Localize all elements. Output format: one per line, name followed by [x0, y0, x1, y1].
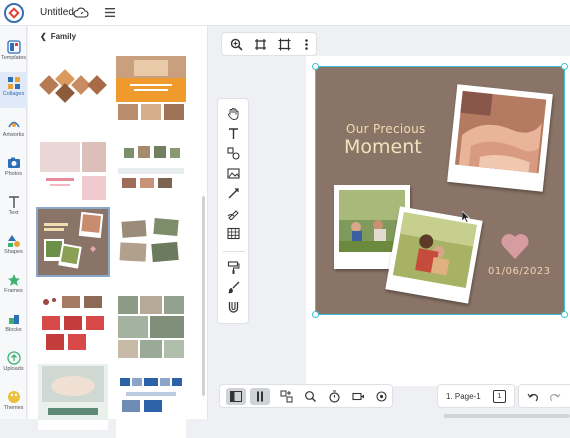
- back-arrow-icon[interactable]: ❮: [40, 32, 47, 41]
- rail-label: Blocks: [5, 327, 22, 333]
- rail-label: Text: [8, 210, 19, 216]
- rail-label: Uploads: [3, 366, 24, 372]
- more-vertical-icon[interactable]: [300, 38, 313, 51]
- layout-icon[interactable]: [280, 390, 293, 403]
- hand-icon[interactable]: [227, 107, 240, 120]
- photo-hands[interactable]: [447, 84, 553, 192]
- photos-icon: [7, 157, 20, 168]
- rail-item-frames[interactable]: Frames: [0, 269, 27, 305]
- side-toolbar: [217, 98, 249, 324]
- draw-tool-icon[interactable]: [227, 207, 240, 220]
- paint-roller-icon[interactable]: [227, 261, 240, 274]
- crop-icon[interactable]: [254, 38, 267, 51]
- rail-item-shapes[interactable]: Shapes: [0, 230, 27, 266]
- resize-handle-bottom-right[interactable]: [561, 311, 568, 318]
- file-name[interactable]: Untitled: [40, 7, 74, 18]
- thumbnail-collage-baby-pink[interactable]: [38, 138, 108, 204]
- thumbnail-collage-family-diamonds[interactable]: [38, 56, 108, 122]
- thumbnail-collage-family-red-frames[interactable]: [38, 294, 108, 360]
- rail-item-uploads[interactable]: Uploads: [0, 347, 27, 383]
- table-tool-icon[interactable]: [227, 227, 240, 240]
- rail-label: Artworks: [2, 132, 25, 138]
- panel-header[interactable]: ❮ Family: [40, 32, 76, 41]
- themes-icon: [7, 391, 20, 403]
- canvas-area: Our Precious Moment 01/06/2023 1. Page-1…: [209, 26, 570, 419]
- panel-toggle-icon: [230, 391, 242, 402]
- rail-label: Themes: [3, 405, 24, 411]
- design-title-line2[interactable]: Moment: [344, 136, 422, 158]
- zoom-in-icon[interactable]: [230, 38, 243, 51]
- thumbnail-collage-family-grid[interactable]: [116, 294, 186, 360]
- undo-icon[interactable]: [527, 391, 539, 403]
- rail-item-templates[interactable]: Templates: [0, 36, 27, 72]
- horizontal-scrollbar[interactable]: [444, 414, 570, 418]
- rail-item-collages[interactable]: Collages: [0, 72, 27, 108]
- text-icon: [8, 196, 19, 208]
- heart-icon[interactable]: [499, 231, 531, 261]
- line-tool-icon[interactable]: [227, 187, 240, 200]
- left-rail: Templates Collages Artworks Photos Text …: [0, 26, 27, 419]
- zoom-icon[interactable]: [304, 390, 317, 403]
- frames-icon: [7, 274, 20, 286]
- thumbnail-collage-family-blue[interactable]: [116, 372, 186, 438]
- brush-icon[interactable]: [227, 281, 240, 294]
- thumbnail-collage-family-scattered[interactable]: [116, 209, 186, 275]
- collage-design[interactable]: Our Precious Moment 01/06/2023: [312, 63, 568, 318]
- page-label[interactable]: 1. Page-1: [446, 392, 481, 401]
- shapes-tool-icon[interactable]: [227, 147, 240, 160]
- magnet-icon[interactable]: [227, 301, 240, 314]
- app-logo-icon[interactable]: [4, 3, 24, 23]
- rail-item-themes[interactable]: Themes: [0, 386, 27, 422]
- undo-redo-group: [518, 384, 570, 408]
- thumbnail-collage-family-strip[interactable]: [116, 138, 186, 204]
- family-panel: ❮ Family: [28, 26, 208, 438]
- design-title-line1[interactable]: Our Precious: [346, 122, 426, 136]
- page-count-icon[interactable]: 1: [493, 390, 506, 403]
- templates-icon: [6, 40, 21, 54]
- rail-item-artworks[interactable]: Artworks: [0, 113, 27, 149]
- rail-label: Shapes: [4, 249, 23, 255]
- resize-handle-bottom-left[interactable]: [312, 311, 319, 318]
- bottom-toolbar: [219, 384, 393, 408]
- rail-item-blocks[interactable]: Blocks: [0, 308, 27, 344]
- image-tool-icon[interactable]: [227, 167, 240, 180]
- rail-item-text[interactable]: Text: [0, 191, 27, 227]
- panel-toggle-button[interactable]: [226, 388, 246, 405]
- rail-label: Photos: [4, 171, 23, 177]
- hamburger-menu-icon[interactable]: [105, 7, 115, 18]
- page-count: 1: [497, 393, 502, 400]
- page-selector[interactable]: 1. Page-1 1: [437, 384, 515, 408]
- rail-label: Frames: [4, 288, 23, 294]
- thumbnail-collage-our-sweet-babies[interactable]: [38, 364, 108, 430]
- resize-handle-top-left[interactable]: [312, 63, 319, 70]
- mouse-cursor-icon: [462, 211, 470, 223]
- pages-toggle-icon: [257, 391, 263, 402]
- collages-icon: [7, 77, 20, 89]
- top-toolbar: [221, 32, 317, 56]
- panel-scrollbar[interactable]: [202, 196, 205, 396]
- video-icon[interactable]: [352, 390, 365, 403]
- blocks-icon: [8, 315, 19, 324]
- resize-handle-top-right[interactable]: [561, 63, 568, 70]
- toolbar-divider: [223, 251, 245, 252]
- shapes-icon: [7, 235, 20, 247]
- pages-toggle-button[interactable]: [250, 388, 270, 405]
- redo-icon[interactable]: [549, 391, 561, 403]
- rail-item-photos[interactable]: Photos: [0, 152, 27, 188]
- cloud-save-icon[interactable]: [73, 6, 89, 18]
- settings-icon[interactable]: [375, 390, 388, 403]
- rail-label: Collages: [2, 91, 25, 97]
- timer-icon[interactable]: [328, 390, 341, 403]
- uploads-icon: [6, 351, 21, 365]
- text-tool-icon[interactable]: [227, 127, 240, 140]
- rail-label: Templates: [0, 55, 27, 61]
- frame-icon[interactable]: [278, 38, 291, 51]
- panel-title: Family: [50, 32, 77, 41]
- artworks-icon: [7, 121, 20, 128]
- thumbnail-collage-family-orange[interactable]: [116, 56, 186, 122]
- thumbnail-collage-our-precious-moment[interactable]: [36, 207, 110, 277]
- top-bar: Untitled: [0, 0, 570, 26]
- design-date[interactable]: 01/06/2023: [488, 266, 551, 277]
